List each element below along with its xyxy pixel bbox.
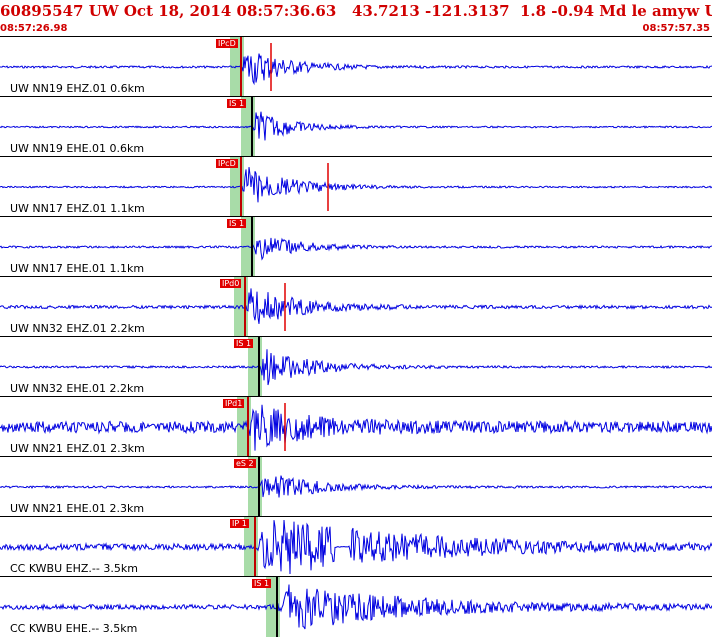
- pick-marker-line[interactable]: [240, 37, 242, 97]
- waveform-trace: [0, 167, 712, 203]
- pick-marker-line[interactable]: [244, 277, 246, 337]
- pick-marker-line[interactable]: [258, 337, 260, 397]
- trace-row[interactable]: IPd0 UW NN32 EHZ.01 2.2km: [0, 276, 712, 337]
- pick-label[interactable]: eS 2: [234, 459, 256, 468]
- pick-label[interactable]: IS 1: [227, 219, 247, 228]
- pick-label[interactable]: IPd0: [220, 279, 242, 288]
- pick-label[interactable]: IS 1: [234, 339, 254, 348]
- pick-marker-line[interactable]: [258, 457, 260, 517]
- waveform-trace: [0, 349, 712, 386]
- waveform-trace: [0, 475, 712, 498]
- trace-row[interactable]: IPcD UW NN17 EHZ.01 1.1km: [0, 156, 712, 217]
- pick-label[interactable]: IPcD: [216, 159, 238, 168]
- station-label: CC KWBU EHE.-- 3.5km: [10, 622, 138, 635]
- pick-marker-line[interactable]: [247, 397, 249, 457]
- station-label: UW NN21 EHE.01 2.3km: [10, 502, 145, 515]
- station-label: UW NN32 EHE.01 2.2km: [10, 382, 145, 395]
- pick-marker-line[interactable]: [251, 217, 253, 277]
- trace-row[interactable]: IP 1 CC KWBU EHZ.-- 3.5km: [0, 516, 712, 577]
- pick-marker-line[interactable]: [254, 517, 256, 577]
- trace-row[interactable]: IS 1 UW NN17 EHE.01 1.1km: [0, 216, 712, 277]
- pick-label[interactable]: IS 1: [252, 579, 272, 588]
- waveform-trace: [0, 111, 712, 141]
- pick-marker-line[interactable]: [240, 157, 242, 217]
- pick-label[interactable]: IPcD: [216, 39, 238, 48]
- pick-label[interactable]: IPd1: [223, 399, 245, 408]
- station-label: UW NN17 EHZ.01 1.1km: [10, 202, 145, 215]
- trace-panel[interactable]: IPcD UW NN19 EHZ.01 0.6km IS 1 UW NN19 EHE.…: [0, 36, 712, 638]
- station-label: UW NN19 EHZ.01 0.6km: [10, 82, 145, 95]
- pick-label[interactable]: IS 1: [227, 99, 247, 108]
- station-label: UW NN17 EHE.01 1.1km: [10, 262, 145, 275]
- trace-row[interactable]: IS 1 UW NN19 EHE.01 0.6km: [0, 96, 712, 157]
- trace-row[interactable]: IS 1 CC KWBU EHE.-- 3.5km: [0, 576, 712, 637]
- start-time-label: 08:57:26.98: [0, 23, 68, 34]
- seismogram-viewer: 60895547 UW Oct 18, 2014 08:57:36.63 43.…: [0, 0, 712, 638]
- station-label: UW NN32 EHZ.01 2.2km: [10, 322, 145, 335]
- station-label: UW NN21 EHZ.01 2.3km: [10, 442, 145, 455]
- event-header: 60895547 UW Oct 18, 2014 08:57:36.63 43.…: [0, 2, 712, 20]
- pick-marker-line[interactable]: [251, 97, 253, 157]
- trace-row[interactable]: IS 1 UW NN32 EHE.01 2.2km: [0, 336, 712, 397]
- station-label: UW NN19 EHE.01 0.6km: [10, 142, 145, 155]
- trace-row[interactable]: eS 2 UW NN21 EHE.01 2.3km: [0, 456, 712, 517]
- waveform-trace: [0, 237, 712, 261]
- pick-marker-line[interactable]: [276, 577, 278, 637]
- trace-row[interactable]: IPd1 UW NN21 EHZ.01 2.3km: [0, 396, 712, 457]
- station-label: CC KWBU EHZ.-- 3.5km: [10, 562, 138, 575]
- trace-row[interactable]: IPcD UW NN19 EHZ.01 0.6km: [0, 36, 712, 97]
- pick-label[interactable]: IP 1: [230, 519, 249, 528]
- waveform-trace: [0, 288, 712, 324]
- waveform-trace: [0, 53, 712, 86]
- end-time-label: 08:57:57.35: [642, 23, 710, 34]
